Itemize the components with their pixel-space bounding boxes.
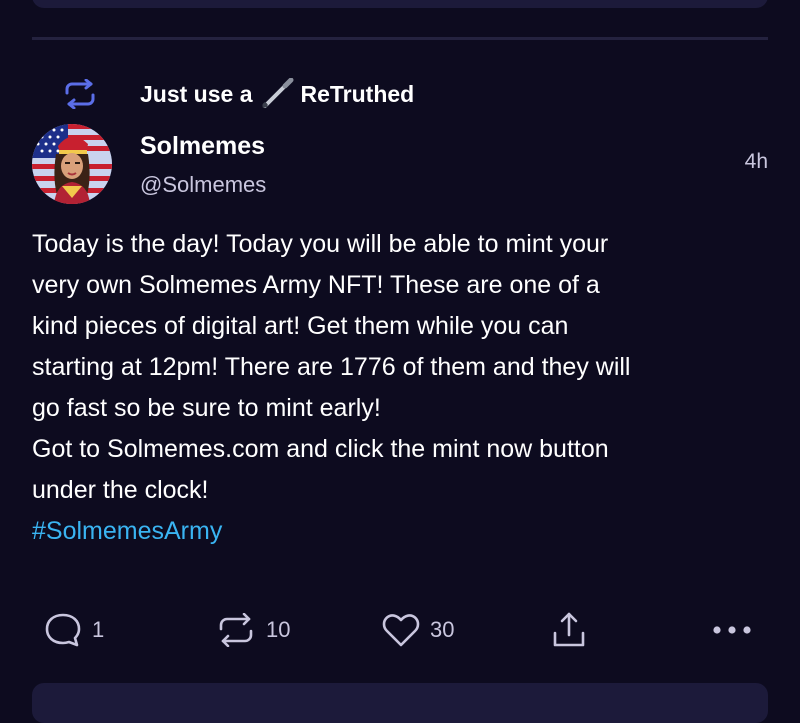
display-name[interactable]: Solmemes <box>140 132 265 161</box>
more-icon <box>712 625 752 635</box>
avatar[interactable] <box>32 124 112 204</box>
previous-post-card[interactable] <box>32 0 768 8</box>
post-body-line: go fast so be sure to mint early! <box>32 394 381 422</box>
post-actions: 1 10 30 <box>0 608 800 652</box>
post-body-line: Today is the day! Today you will be able… <box>32 230 609 258</box>
retruth-indicator <box>62 76 98 112</box>
retruth-action-icon <box>216 613 256 647</box>
post-body-line: Got to Solmemes.com and click the mint n… <box>32 435 609 463</box>
post-body: Today is the day! Today you will be able… <box>32 224 772 552</box>
post-body-line: kind pieces of digital art! Get them whi… <box>32 312 569 340</box>
retruth-label[interactable]: Just use a ReTruthed <box>140 77 415 110</box>
user-handle[interactable]: @Solmemes <box>140 172 266 198</box>
share-icon <box>552 611 586 649</box>
paintbrush-icon <box>257 77 297 110</box>
retruth-icon <box>62 76 98 112</box>
share-button[interactable] <box>552 608 586 652</box>
divider <box>32 37 768 40</box>
retruth-button[interactable]: 10 <box>216 608 290 652</box>
retruth-prefix: Just use a <box>140 80 253 107</box>
like-button[interactable]: 30 <box>382 608 454 652</box>
reply-count: 1 <box>92 617 105 642</box>
next-post-card[interactable] <box>32 683 768 723</box>
retruth-count: 10 <box>266 617 291 642</box>
post-body-line: under the clock! <box>32 476 209 504</box>
more-options-button[interactable] <box>712 608 752 652</box>
like-count: 30 <box>430 617 455 642</box>
post-body-line: starting at 12pm! There are 1776 of them… <box>32 353 631 381</box>
reply-button[interactable]: 1 <box>44 608 104 652</box>
heart-icon <box>382 613 420 647</box>
reply-icon <box>44 612 82 648</box>
hashtag-link[interactable]: #SolmemesArmy <box>32 511 772 552</box>
post-body-line: very own Solmemes Army NFT! These are on… <box>32 271 600 299</box>
post-timestamp: 4h <box>744 150 768 173</box>
retruth-suffix: ReTruthed <box>300 80 415 107</box>
